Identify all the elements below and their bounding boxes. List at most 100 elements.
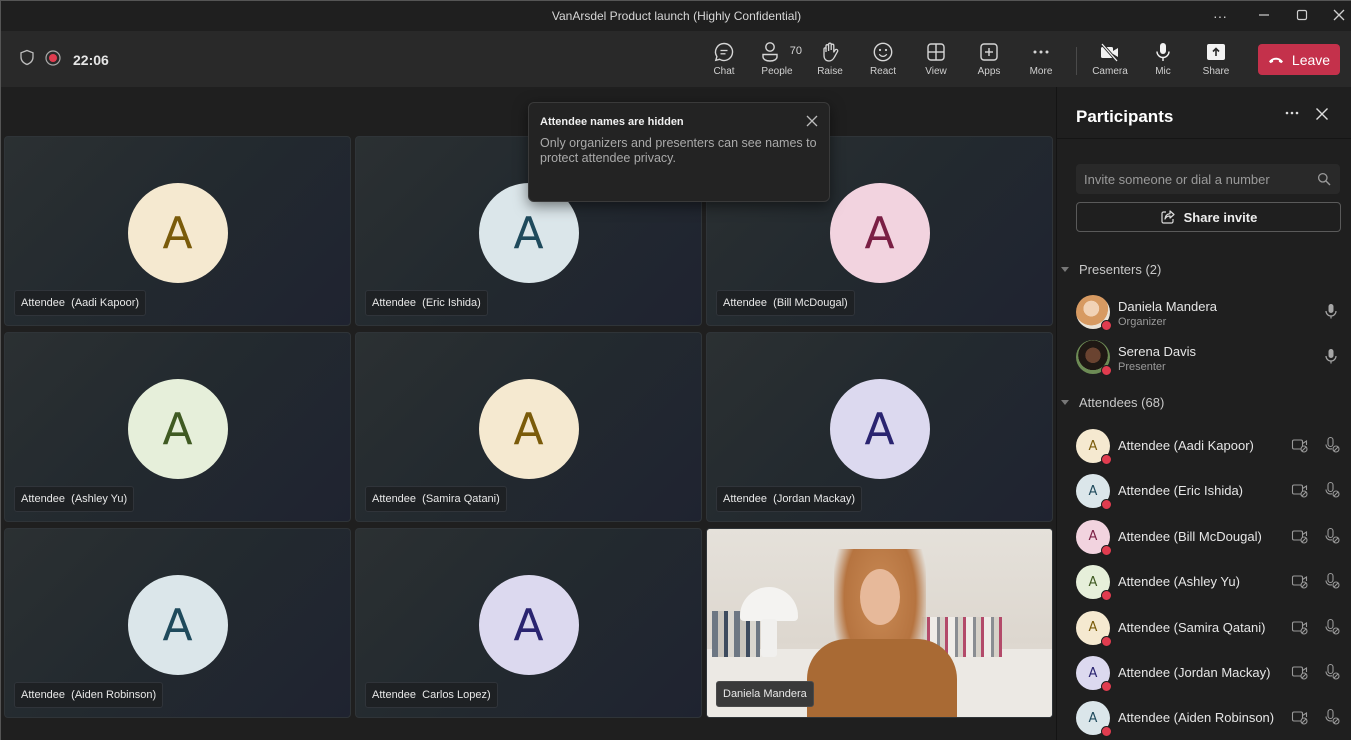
camera-disabled-icon[interactable] [1291,708,1309,726]
close-window-icon[interactable] [1328,6,1350,26]
attendees-section-toggle[interactable]: Attendees (68) [1061,395,1164,410]
participant-tile[interactable]: A Attendee (Aiden Robinson) [4,528,351,718]
more-icon [1033,50,1049,54]
maximize-icon[interactable] [1291,6,1313,26]
share-button[interactable]: Share [1191,41,1241,81]
camera-disabled-icon[interactable] [1291,527,1309,545]
invite-input[interactable] [1076,164,1340,194]
participant-name: Attendee (Ashley Yu) [1118,574,1240,590]
participant-role: Presenter [1118,361,1166,373]
window-more-icon[interactable]: ··· [1209,6,1231,26]
mic-icon[interactable] [1322,302,1340,320]
video-tile-daniela[interactable]: Daniela Mandera [706,528,1053,718]
notice-title: Attendee names are hidden [540,116,684,128]
mic-disabled-icon[interactable] [1323,572,1341,590]
view-button[interactable]: View [911,41,961,81]
avatar: A [1076,701,1112,738]
camera-disabled-icon[interactable] [1291,618,1309,636]
mic-disabled-icon[interactable] [1323,436,1341,454]
title-bar: VanArsdel Product launch (Highly Confide… [1,1,1351,31]
attendee-item[interactable]: A Attendee (Ashley Yu) [1057,559,1351,603]
participant-tile[interactable]: A Attendee (Ashley Yu) [4,332,351,522]
mic-disabled-icon[interactable] [1323,618,1341,636]
avatar: A [1076,429,1112,465]
minimize-icon[interactable] [1253,6,1275,26]
panel-more-icon[interactable] [1282,105,1302,125]
avatar-initial: A [1088,710,1098,726]
share-screen-icon [1207,44,1225,60]
mic-disabled-icon[interactable] [1323,527,1341,545]
mic-disabled-icon[interactable] [1323,481,1341,499]
attendee-item[interactable]: A Attendee (Eric Ishida) [1057,468,1351,512]
people-icon [762,42,779,62]
close-icon[interactable] [805,114,819,128]
attendee-item[interactable]: A Attendee (Bill McDougal) [1057,514,1351,558]
people-button[interactable]: 70 People [752,41,802,81]
tile-avatar: A [478,575,579,675]
attendee-item[interactable]: A Attendee (Samira Qatani) [1057,605,1351,649]
participant-name: Attendee (Samira Qatani) [1118,619,1266,635]
apps-button[interactable]: Apps [964,41,1014,81]
avatar-initial: A [1088,483,1098,499]
status-badge [1101,544,1112,556]
avatar: A [1076,610,1112,647]
camera-disabled-icon[interactable] [1291,481,1309,499]
camera-disabled-icon[interactable] [1291,572,1309,590]
toolbar-divider [1076,47,1077,75]
tile-avatar: A [829,379,930,479]
mic-button[interactable]: Mic [1138,41,1188,81]
react-button[interactable]: React [858,41,908,81]
status-badge [1101,726,1112,738]
presenters-section-toggle[interactable]: Presenters (2) [1061,262,1161,277]
tile-avatar: A [829,183,930,283]
share-invite-label: Share invite [1183,209,1258,225]
raise-hand-icon [823,42,839,62]
hang-up-icon [1268,57,1283,63]
mic-icon[interactable] [1322,347,1340,365]
camera-button[interactable]: Camera [1085,41,1135,81]
participant-role: Organizer [1118,316,1167,328]
shield-icon[interactable] [19,49,35,71]
video-person-face [860,569,900,625]
avatar-initial: A [1088,574,1098,590]
attendee-item[interactable]: A Attendee (Jordan Mackay) [1057,650,1351,694]
participant-name: Attendee (Eric Ishida) [1118,483,1244,499]
presenter-item[interactable]: Serena Davis Presenter [1057,334,1351,378]
apps-label: Apps [977,66,1001,77]
camera-disabled-icon[interactable] [1291,436,1309,454]
people-label: People [761,66,793,77]
tile-name-tag: Attendee (Aadi Kapoor) [14,290,147,316]
people-count: 70 [789,45,802,57]
avatar [1076,295,1112,331]
more-button[interactable]: More [1016,41,1066,81]
attendee-item[interactable]: A Attendee (Aadi Kapoor) [1057,423,1351,467]
avatar-initial: A [1088,665,1098,681]
chat-button[interactable]: Chat [699,41,749,81]
participant-tile[interactable]: A Attendee Carlos Lopez) [355,528,702,718]
chevron-down-icon [1061,400,1069,405]
avatar: A [1076,656,1112,692]
participant-tile[interactable]: A Attendee (Samira Qatani) [355,332,702,522]
mic-disabled-icon[interactable] [1323,708,1341,726]
avatar: A [1076,519,1112,556]
camera-disabled-icon[interactable] [1291,663,1309,681]
attendee-item[interactable]: A Attendee (Aiden Robinson) [1057,695,1351,739]
participant-tile[interactable]: A Attendee (Jordan Mackay) [706,332,1053,522]
share-invite-button[interactable]: Share invite [1076,202,1341,232]
attendees-header: Attendees (68) [1079,395,1165,410]
leave-button[interactable]: Leave [1258,44,1340,75]
avatar-initial: A [1088,529,1098,545]
meeting-toolbar: 22:06 Chat 70 People Raise React View Ap… [1,31,1351,87]
leave-label: Leave [1291,51,1331,68]
status-badge [1101,320,1112,331]
mic-disabled-icon[interactable] [1323,663,1341,681]
panel-close-icon[interactable] [1315,107,1331,123]
participant-tile[interactable]: A Attendee (Aadi Kapoor) [4,136,351,326]
meeting-timer: 22:06 [73,52,109,68]
raise-hand-button[interactable]: Raise [805,41,855,81]
search-icon[interactable] [1317,172,1331,186]
status-badge [1101,681,1112,692]
presenter-item[interactable]: Daniela Mandera Organizer [1057,289,1351,333]
tile-avatar: A [478,379,579,479]
status-badge [1101,590,1112,602]
